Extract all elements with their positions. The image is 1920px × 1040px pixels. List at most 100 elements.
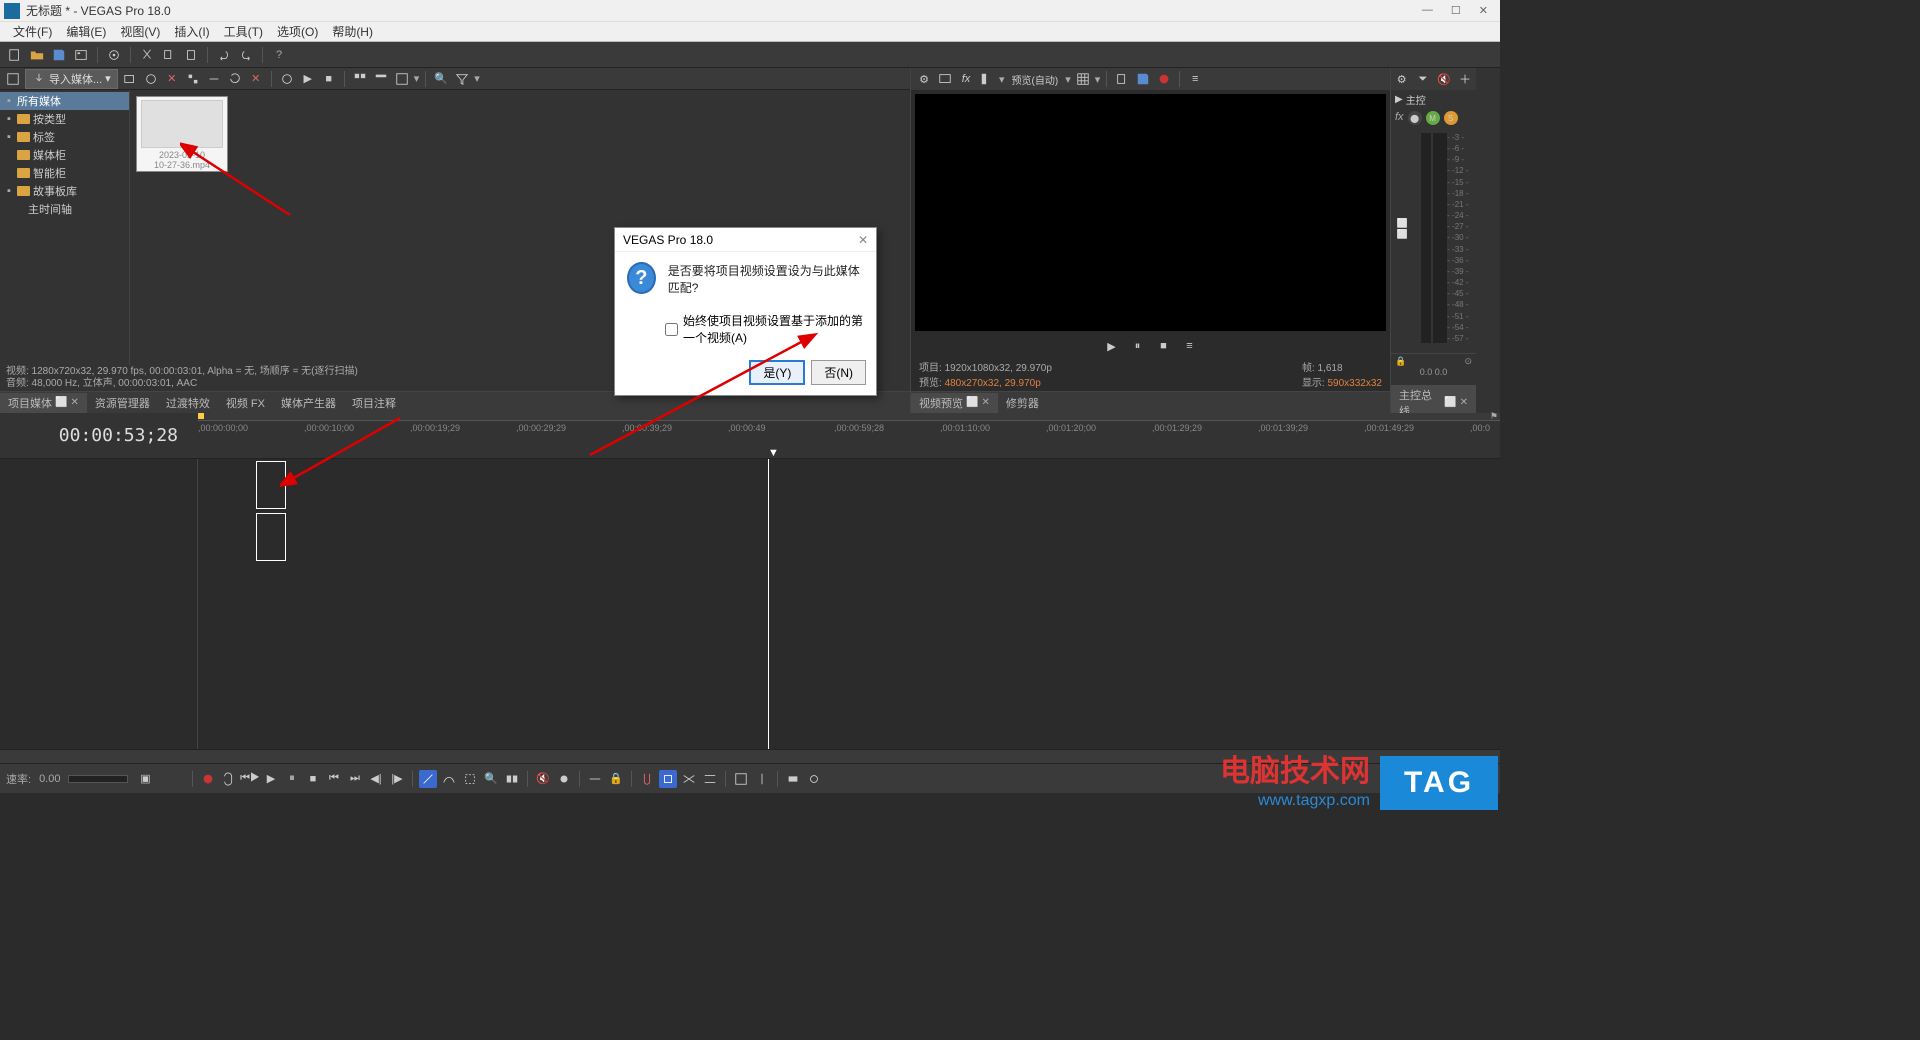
what-icon[interactable]: ? — [270, 46, 288, 64]
tree-item-bins[interactable]: 媒体柜 — [0, 146, 129, 164]
tb-icon-1[interactable] — [184, 70, 202, 88]
tab-explorer[interactable]: 资源管理器 — [87, 393, 158, 413]
timecode-display[interactable]: 00:00:53;28 — [0, 413, 198, 458]
play-media-icon[interactable]: ▶ — [299, 70, 317, 88]
track-headers[interactable] — [0, 459, 198, 749]
center-icon[interactable]: ⊙ — [1464, 356, 1472, 367]
close-button[interactable]: ✕ — [1479, 4, 1488, 17]
quantize-icon[interactable] — [659, 770, 677, 788]
save-icon[interactable] — [50, 46, 68, 64]
goend-icon[interactable]: ⏭ — [346, 770, 364, 788]
prev-menu-icon[interactable]: ≡ — [1181, 337, 1199, 355]
always-match-checkbox[interactable] — [665, 323, 678, 336]
menu-file[interactable]: 文件(F) — [6, 23, 59, 40]
prev-copy-icon[interactable] — [1113, 70, 1131, 88]
menu-options[interactable]: 选项(O) — [270, 23, 325, 40]
fx-badge-m[interactable]: M — [1426, 111, 1440, 125]
render-icon[interactable] — [72, 46, 90, 64]
playfromstart-icon[interactable]: ⏮▶ — [241, 770, 259, 788]
stop-media-icon[interactable]: ■ — [320, 70, 338, 88]
menu-view[interactable]: 视图(V) — [113, 23, 167, 40]
tab-notes[interactable]: 项目注释 — [344, 393, 404, 413]
fx-badge-1[interactable]: ⬤ — [1408, 111, 1422, 125]
redo-icon[interactable] — [237, 46, 255, 64]
tree-item-type[interactable]: ▪按类型 — [0, 110, 129, 128]
quality-label[interactable]: 预览(自动) — [1008, 72, 1063, 87]
play-icon[interactable]: ▶ — [262, 770, 280, 788]
tool-env-icon[interactable] — [440, 770, 458, 788]
view3-icon[interactable] — [393, 70, 411, 88]
properties-icon[interactable] — [105, 46, 123, 64]
tool-xf2-icon[interactable] — [701, 770, 719, 788]
prev-save-icon[interactable] — [1134, 70, 1152, 88]
delete-icon[interactable]: ✕ — [247, 70, 265, 88]
tool-sel-icon[interactable] — [461, 770, 479, 788]
tab-generators[interactable]: 媒体产生器 — [273, 393, 344, 413]
playhead-handle-icon[interactable]: ▼ — [768, 447, 779, 459]
pin-icon[interactable]: ⬜ — [1444, 397, 1456, 408]
tree-item-maintl[interactable]: 主时间轴 — [0, 200, 129, 218]
dropdown-icon[interactable]: ▾ — [474, 72, 480, 85]
mst-gear-icon[interactable]: ⚙ — [1393, 70, 1411, 88]
tab-transitions[interactable]: 过渡特效 — [158, 393, 218, 413]
filter-icon[interactable] — [453, 70, 471, 88]
timeline-ruler[interactable]: ⚑ ,00:00:00;00,00:00:10;00,00:00:19;29,0… — [198, 413, 1500, 458]
prev-rec-icon[interactable] — [1155, 70, 1173, 88]
prev-pause-icon[interactable]: ⏸ — [1129, 337, 1147, 355]
loop-icon[interactable] — [220, 770, 238, 788]
view2-icon[interactable] — [372, 70, 390, 88]
prev-stop-icon[interactable]: ■ — [1155, 337, 1173, 355]
tool-xfade-icon[interactable] — [680, 770, 698, 788]
autoripple-icon[interactable] — [586, 770, 604, 788]
open-icon[interactable] — [28, 46, 46, 64]
tab-videofx[interactable]: 视频 FX — [218, 393, 273, 413]
tool-split-icon[interactable] — [753, 770, 771, 788]
tool-m2-icon[interactable] — [805, 770, 823, 788]
no-button[interactable]: 否(N) — [811, 360, 866, 385]
close-icon[interactable]: ✕ — [1460, 397, 1468, 408]
menu-insert[interactable]: 插入(I) — [167, 23, 216, 40]
tb-icon-2[interactable] — [205, 70, 223, 88]
prev-ham-icon[interactable]: ≡ — [1186, 70, 1204, 88]
tree-item-smart[interactable]: 智能柜 — [0, 164, 129, 182]
undo-icon[interactable] — [215, 46, 233, 64]
tab-project-media[interactable]: 项目媒体⬜✕ — [0, 393, 87, 413]
tool-zoom-icon[interactable]: 🔍 — [482, 770, 500, 788]
copy-icon[interactable] — [160, 46, 178, 64]
tab-video-preview[interactable]: 视频预览⬜✕ — [911, 393, 998, 413]
mst-dim-icon[interactable] — [1456, 70, 1474, 88]
cut-icon[interactable] — [138, 46, 156, 64]
paste-icon[interactable] — [182, 46, 200, 64]
snap-icon[interactable] — [638, 770, 656, 788]
tree-root[interactable]: ▪ 所有媒体 — [0, 92, 129, 110]
view-icon[interactable] — [351, 70, 369, 88]
lock-icon[interactable]: 🔒 — [1395, 356, 1406, 367]
tree-item-story[interactable]: ▪故事板库 — [0, 182, 129, 200]
prev-play-icon[interactable]: ▶ — [1103, 337, 1121, 355]
prev-split-icon[interactable] — [978, 70, 996, 88]
rate-btn-icon[interactable]: ▣ — [136, 770, 154, 788]
minimize-button[interactable]: — — [1422, 4, 1433, 17]
dialog-close-icon[interactable]: ✕ — [858, 233, 868, 247]
tool-shuf-icon[interactable] — [503, 770, 521, 788]
gostart-icon[interactable]: ⏮ — [325, 770, 343, 788]
dropdown-icon[interactable]: ▾ — [414, 72, 420, 85]
maximize-button[interactable]: ☐ — [1451, 4, 1461, 17]
tool-m1-icon[interactable] — [784, 770, 802, 788]
prevframe-icon[interactable]: ◀| — [367, 770, 385, 788]
prev-extern-icon[interactable] — [936, 70, 954, 88]
stop-icon[interactable]: ■ — [304, 770, 322, 788]
lock-env-icon[interactable]: 🔒 — [607, 770, 625, 788]
dialog-titlebar[interactable]: VEGAS Pro 18.0 ✕ — [615, 228, 876, 252]
refresh-icon[interactable] — [226, 70, 244, 88]
prev-fx-icon[interactable]: fx — [957, 70, 975, 88]
pin-icon[interactable]: ⬜ — [966, 397, 978, 408]
normal-edit-icon[interactable] — [419, 770, 437, 788]
track-content[interactable]: ▼ — [198, 459, 1500, 749]
tool-grid-icon[interactable] — [732, 770, 750, 788]
rate-slider[interactable] — [68, 775, 128, 783]
ruler-ticks[interactable]: ,00:00:00;00,00:00:10;00,00:00:19;29,00:… — [198, 421, 1500, 458]
dropdown-icon[interactable]: ▾ — [1065, 73, 1071, 86]
tool-solo-icon[interactable] — [555, 770, 573, 788]
pin-icon[interactable]: ⬜ — [55, 397, 67, 408]
